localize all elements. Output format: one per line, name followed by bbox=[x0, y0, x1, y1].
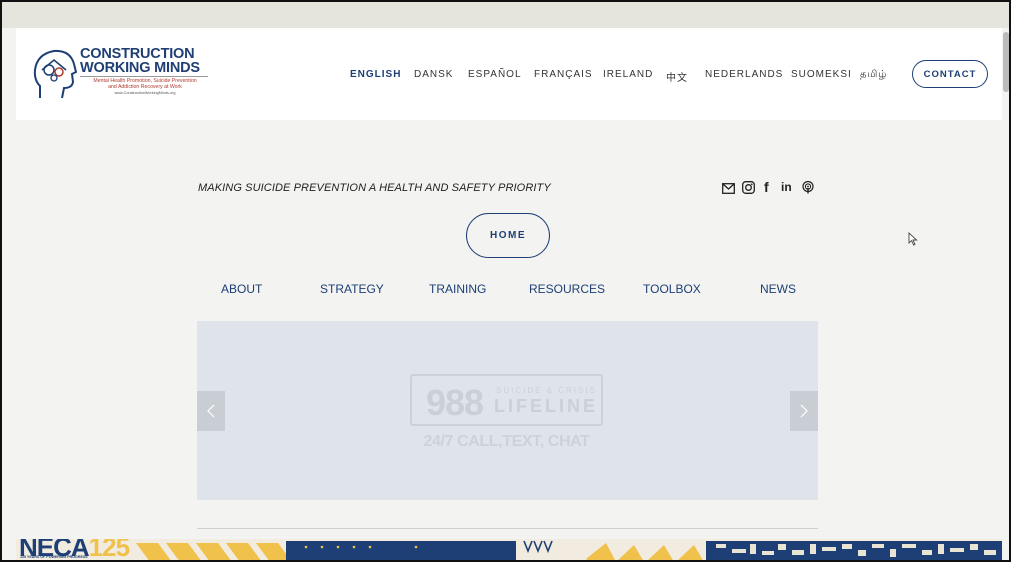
scrollbar-thumb[interactable] bbox=[1003, 32, 1009, 92]
lang-chinese[interactable]: 中文 bbox=[666, 69, 688, 84]
chevron-left-icon bbox=[207, 404, 215, 418]
lifeline-logo: 988 SUICIDE & CRISIS LIFELINE bbox=[410, 374, 603, 426]
content-divider bbox=[197, 528, 818, 529]
chevron-right-icon bbox=[800, 404, 808, 418]
home-button[interactable]: HOME bbox=[466, 213, 550, 258]
hero-slider: 988 SUICIDE & CRISIS LIFELINE 24/7 CALL,… bbox=[197, 321, 818, 500]
lifeline-subtext: 24/7 CALL,TEXT, CHAT bbox=[423, 433, 590, 450]
browser-viewport: CONSTRUCTION WORKING MINDS Mental Health… bbox=[0, 0, 1011, 562]
nav-toolbox[interactable]: TOOLBOX bbox=[643, 282, 701, 296]
facebook-icon[interactable]: f bbox=[764, 179, 769, 195]
nav-resources[interactable]: RESOURCES bbox=[529, 282, 605, 296]
nav-about[interactable]: ABOUT bbox=[221, 282, 262, 296]
instagram-icon[interactable] bbox=[742, 181, 755, 197]
lifeline-number: 988 bbox=[426, 382, 484, 423]
logo-tagline-line2: and Addiction Recovery at Work bbox=[108, 84, 182, 90]
lifeline-line1: SUICIDE & CRISIS bbox=[496, 386, 597, 395]
lang-tamil[interactable]: தமிழ் bbox=[860, 69, 887, 81]
lang-dansk[interactable]: DANSK bbox=[414, 69, 453, 80]
podcast-icon[interactable] bbox=[802, 180, 814, 197]
browser-top-strip bbox=[2, 2, 1009, 28]
contact-button[interactable]: CONTACT bbox=[912, 60, 988, 88]
mail-icon[interactable] bbox=[722, 182, 735, 197]
logo-url: www.ConstructionWorkingMinds.org bbox=[114, 91, 176, 95]
main-nav: ABOUT STRATEGY TRAINING RESOURCES TOOLBO… bbox=[2, 282, 1009, 298]
lang-suomeksi[interactable]: SUOMEKSI bbox=[791, 69, 852, 80]
lang-espanol[interactable]: ESPAÑOL bbox=[468, 69, 522, 80]
site-header: CONSTRUCTION WORKING MINDS Mental Health… bbox=[16, 28, 1002, 120]
neca-ad-banner[interactable]: NECA125 125 YEARS OF POWERING PROGRESS bbox=[16, 539, 1002, 560]
site-logo[interactable]: CONSTRUCTION WORKING MINDS Mental Health… bbox=[32, 46, 212, 108]
site-tagline: MAKING SUICIDE PREVENTION A HEALTH AND S… bbox=[198, 182, 551, 194]
logo-divider bbox=[80, 76, 208, 77]
nav-strategy[interactable]: STRATEGY bbox=[320, 282, 384, 296]
mouse-cursor-icon bbox=[908, 232, 918, 246]
nav-news[interactable]: NEWS bbox=[760, 282, 796, 296]
lang-ireland[interactable]: IRELAND bbox=[603, 69, 653, 80]
lifeline-line2: LIFELINE bbox=[494, 396, 598, 416]
lang-francais[interactable]: FRANÇAIS bbox=[534, 69, 593, 80]
slider-prev-button[interactable] bbox=[197, 391, 225, 431]
linkedin-icon[interactable]: in bbox=[781, 180, 792, 194]
logo-title-line2: WORKING MINDS bbox=[80, 60, 200, 76]
lang-nederlands[interactable]: NEDERLANDS bbox=[705, 69, 783, 80]
banner-graphics bbox=[136, 540, 1002, 560]
nav-training[interactable]: TRAINING bbox=[429, 282, 486, 296]
head-gears-icon bbox=[33, 49, 78, 99]
slider-next-button[interactable] bbox=[790, 391, 818, 431]
lang-english[interactable]: ENGLISH bbox=[350, 69, 401, 80]
